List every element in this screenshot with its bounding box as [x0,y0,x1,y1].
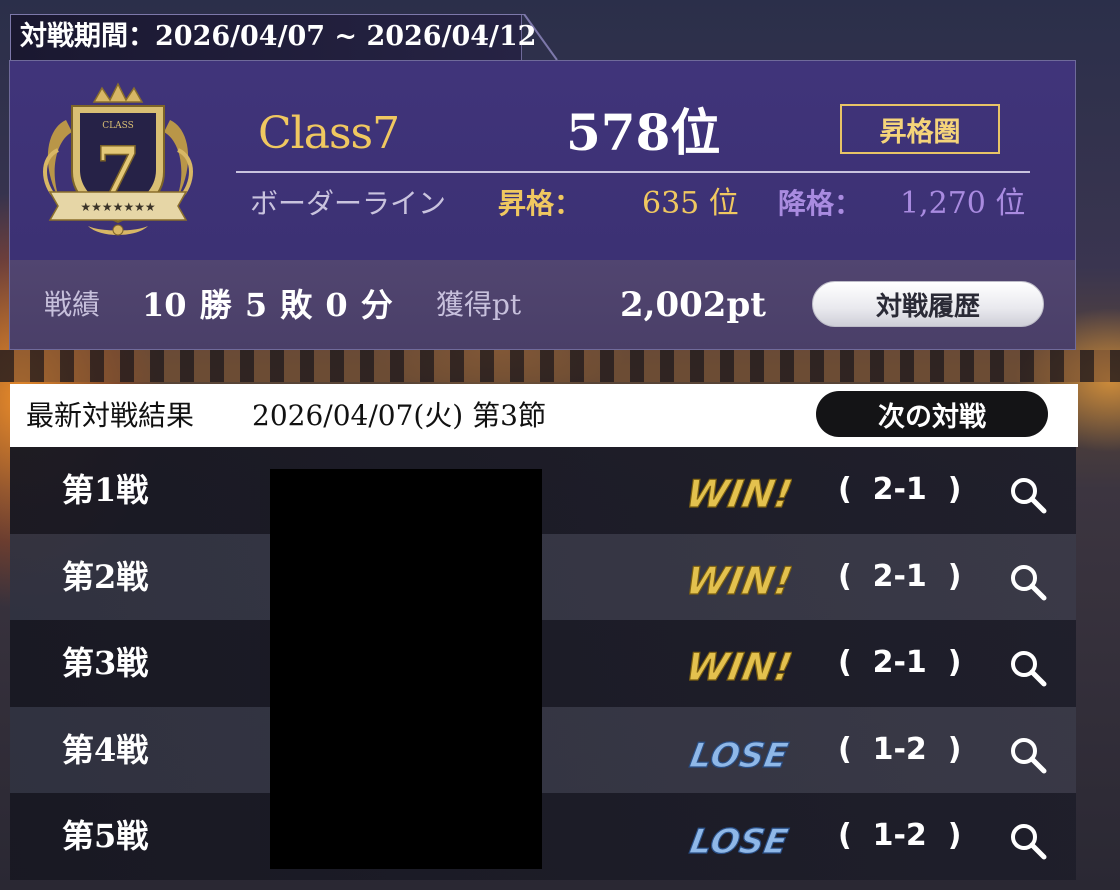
match-history-button[interactable]: 対戦履歴 [812,281,1044,327]
match-score: ( 1-2 ) [838,818,962,854]
current-rank: 578位 [566,103,721,162]
match-label: 第2戦 [62,557,149,596]
svg-text:WIN!: WIN! [683,645,792,690]
match-score: ( 1-2 ) [838,731,962,767]
match-list: 第1戦 WIN! ( 2-1 ) 第2戦 WIN! ( 2-1 ) 第3戦 WI… [10,447,1076,880]
match-row[interactable]: 第5戦 LOSE ( 1-2 ) [10,793,1076,880]
match-label: 第3戦 [62,644,149,683]
search-icon[interactable] [1008,735,1048,775]
redacted-opponent-area [270,469,542,869]
record-label: 戦績 [44,288,101,321]
search-icon[interactable] [1008,562,1048,602]
svg-text:LOSE: LOSE [687,736,791,776]
svg-text:CLASS: CLASS [102,121,134,131]
match-row[interactable]: 第2戦 WIN! ( 2-1 ) [10,533,1076,621]
match-row[interactable]: 第1戦 WIN! ( 2-1 ) [10,447,1076,534]
svg-text:★★★★★★★: ★★★★★★★ [80,200,155,214]
search-icon[interactable] [1008,648,1048,688]
class-emblem: CLASS 7 ★★★★★★★ [43,82,193,236]
demotion-label: 降格： [778,187,863,220]
match-score: ( 2-1 ) [838,472,962,507]
result-win-badge: WIN! [682,472,792,517]
demotion-border-value: 1,270 位 [900,186,1026,221]
period-label: 対戦期間：2026/04/07 ~ 2026/04/12 [20,21,537,52]
latest-results-title: 最新対戦結果 [26,399,195,432]
match-label: 第5戦 [62,817,149,856]
background-colonnade [0,350,1120,382]
result-win-badge: WIN! [682,645,792,690]
match-label: 第1戦 [62,471,149,509]
record-value: 10 勝 5 敗 0 分 [142,286,393,324]
result-lose-badge: LOSE [686,735,791,776]
search-icon[interactable] [1008,475,1048,515]
class-name: Class7 [258,108,400,159]
search-icon[interactable] [1008,821,1048,861]
header-divider [236,171,1030,173]
promotion-border-value: 635 位 [642,186,739,221]
match-row[interactable]: 第3戦 WIN! ( 2-1 ) [10,620,1076,707]
result-win-badge: WIN! [682,558,792,604]
match-score: ( 2-1 ) [838,645,962,681]
promotion-label: 昇格： [498,187,583,220]
svg-text:LOSE: LOSE [687,823,791,863]
match-label: 第4戦 [62,730,149,769]
result-lose-badge: LOSE [686,822,791,863]
next-match-button[interactable]: 次の対戦 [816,391,1048,437]
promotion-zone-badge: 昇格圏 [840,104,1000,154]
border-line-label: ボーダーライン [250,187,447,220]
latest-results-date: 2026/04/07(火) 第3節 [252,399,546,432]
match-score: ( 2-1 ) [838,558,962,594]
svg-text:WIN!: WIN! [683,559,792,604]
points-label: 獲得pt [436,288,522,321]
points-value: 2,002pt [620,285,766,325]
svg-text:WIN!: WIN! [683,472,792,517]
match-row[interactable]: 第4戦 LOSE ( 1-2 ) [10,706,1076,794]
